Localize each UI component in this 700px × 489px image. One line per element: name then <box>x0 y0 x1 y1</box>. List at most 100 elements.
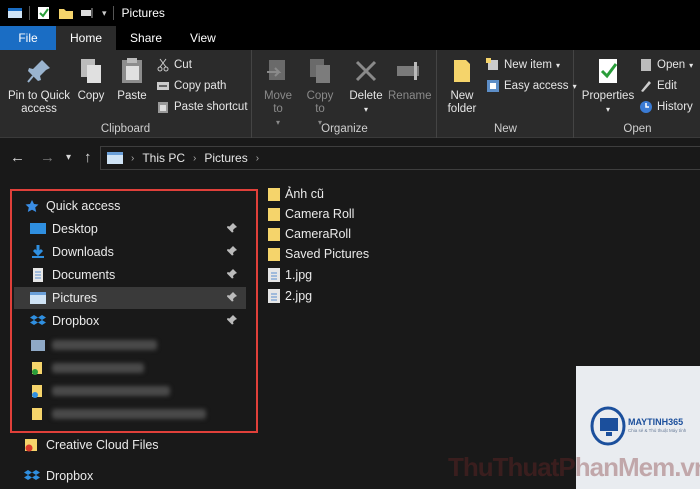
easy-access-button[interactable]: Easy access ▾ <box>486 78 577 94</box>
cut-button[interactable]: Cut <box>156 57 192 73</box>
up-arrow-icon[interactable]: ↑ <box>84 149 92 166</box>
list-item[interactable]: CameraRoll <box>268 224 351 244</box>
new-folder-button[interactable]: New folder <box>444 56 480 116</box>
properties-button[interactable]: Properties ▾ <box>581 56 635 116</box>
folder-icon <box>268 188 280 201</box>
document-icon <box>33 268 43 282</box>
list-item[interactable]: Camera Roll <box>268 204 354 224</box>
rename-icon[interactable] <box>80 6 96 20</box>
open-button[interactable]: Open ▾ <box>639 57 693 73</box>
folder-icon <box>268 228 280 241</box>
move-to-button[interactable]: Move to ▾ <box>261 56 295 129</box>
clipboard-group: Pin to Quick access Copy Paste Cut Copy … <box>0 50 252 138</box>
pin-icon[interactable] <box>226 268 238 280</box>
new-item-label: New item <box>504 59 552 71</box>
properties-check-icon <box>599 59 618 83</box>
paste-label: Paste <box>117 90 147 102</box>
brand-name: MAYTINH365 <box>628 417 684 427</box>
download-arrow-icon <box>32 245 44 258</box>
open-group-label: Open <box>623 123 652 135</box>
pin-icon[interactable] <box>226 245 238 257</box>
tab-share[interactable]: Share <box>116 26 176 50</box>
breadcrumb-this-pc[interactable]: This PC <box>142 151 185 165</box>
recent-locations-chevron-icon[interactable]: ▾ <box>66 152 71 163</box>
list-item[interactable]: 1.jpg <box>268 265 312 285</box>
organize-group: Move to ▾ Copy to ▾ Delete ▾ Rename Organiz… <box>253 50 437 138</box>
copy-to-label: Copy to <box>306 90 334 115</box>
paste-shortcut-button[interactable]: Paste shortcut <box>156 99 248 115</box>
copy-button[interactable]: Copy <box>76 56 106 103</box>
sidebar-item-blurred[interactable] <box>30 403 246 425</box>
delete-label: Delete <box>349 90 383 102</box>
desktop-icon <box>30 223 46 234</box>
pin-icon <box>27 60 50 83</box>
properties-check-icon[interactable] <box>36 6 52 20</box>
sidebar-item-blurred[interactable] <box>30 357 246 379</box>
list-item[interactable]: 2.jpg <box>268 286 312 306</box>
sidebar-item-label: Desktop <box>52 222 98 236</box>
new-folder-icon[interactable] <box>58 6 74 20</box>
copy-to-button[interactable]: Copy to ▾ <box>303 56 337 129</box>
copy-to-icon <box>310 59 330 83</box>
sidebar-item-dropbox[interactable]: Dropbox <box>30 310 246 332</box>
ribbon: Pin to Quick access Copy Paste Cut Copy … <box>0 50 700 138</box>
properties-label: Properties <box>581 90 635 102</box>
quick-access-item[interactable]: Quick access <box>24 195 254 217</box>
copy-path-button[interactable]: Copy path <box>156 78 226 94</box>
paste-icon <box>122 58 142 83</box>
edit-button[interactable]: Edit <box>639 78 677 94</box>
sidebar-item-desktop[interactable]: Desktop <box>30 218 246 240</box>
quick-access-toolbar: ▾ <box>0 6 114 20</box>
history-icon <box>640 101 652 113</box>
paste-shortcut-icon <box>158 102 168 113</box>
watermark-site: ThuThuatPhanMem.vn <box>448 452 700 482</box>
folder-icon <box>268 248 280 261</box>
blurred-text <box>52 386 170 396</box>
rename-label: Rename <box>388 90 432 102</box>
forward-arrow-icon[interactable]: → <box>40 149 55 166</box>
pin-quick-access-label: Pin to Quick access <box>8 90 70 115</box>
sidebar-item-pictures[interactable]: Pictures <box>14 287 246 309</box>
explorer-icon[interactable] <box>7 6 23 20</box>
list-item[interactable]: Ảnh cũ <box>268 184 324 204</box>
move-to-icon <box>267 60 285 80</box>
open-icon <box>641 59 651 71</box>
sidebar-item-creative-cloud[interactable]: Creative Cloud Files <box>24 434 254 456</box>
tab-view[interactable]: View <box>176 26 230 50</box>
folder-icon <box>32 385 42 398</box>
rename-button[interactable]: Rename <box>388 56 432 103</box>
new-group-label: New <box>493 123 517 135</box>
tab-file[interactable]: File <box>0 26 56 50</box>
sidebar-item-label: Creative Cloud Files <box>46 438 159 452</box>
pin-icon[interactable] <box>226 314 238 326</box>
file-name: Saved Pictures <box>285 247 370 261</box>
copy-path-icon <box>157 82 169 90</box>
new-folder-icon <box>454 60 470 82</box>
sidebar-item-downloads[interactable]: Downloads <box>30 241 246 263</box>
sidebar-item-documents[interactable]: Documents <box>30 264 246 286</box>
tab-home[interactable]: Home <box>56 26 117 50</box>
sidebar-item-label: Documents <box>52 268 116 282</box>
delete-button[interactable]: Delete ▾ <box>348 56 384 116</box>
ribbon-tabs: File Home Share View <box>0 26 700 50</box>
new-item-button[interactable]: New item ▾ <box>486 57 560 73</box>
file-name: 2.jpg <box>285 289 313 303</box>
clipboard-group-label: Clipboard <box>100 123 151 135</box>
sidebar-item-blurred[interactable] <box>30 334 246 356</box>
navigation-row: ← → ▾ ↑ › This PC › Pictures › <box>0 143 700 173</box>
back-arrow-icon[interactable]: ← <box>10 149 25 166</box>
file-name: Ảnh cũ <box>285 187 324 201</box>
address-bar[interactable]: › This PC › Pictures › <box>100 146 700 170</box>
sidebar-item-blurred[interactable] <box>30 380 246 402</box>
edit-icon <box>641 81 651 92</box>
sidebar-item-dropbox-root[interactable]: Dropbox <box>24 465 254 487</box>
breadcrumb-pictures[interactable]: Pictures <box>204 151 247 165</box>
pin-icon[interactable] <box>226 222 238 234</box>
paste-button[interactable]: Paste <box>114 56 150 103</box>
history-button[interactable]: History <box>639 99 693 115</box>
list-item[interactable]: Saved Pictures <box>268 244 369 264</box>
scissors-icon <box>157 58 169 72</box>
pin-quick-access-button[interactable]: Pin to Quick access <box>4 56 74 116</box>
chevron-down-icon[interactable]: ▾ <box>102 8 107 19</box>
pin-icon[interactable] <box>226 291 238 303</box>
